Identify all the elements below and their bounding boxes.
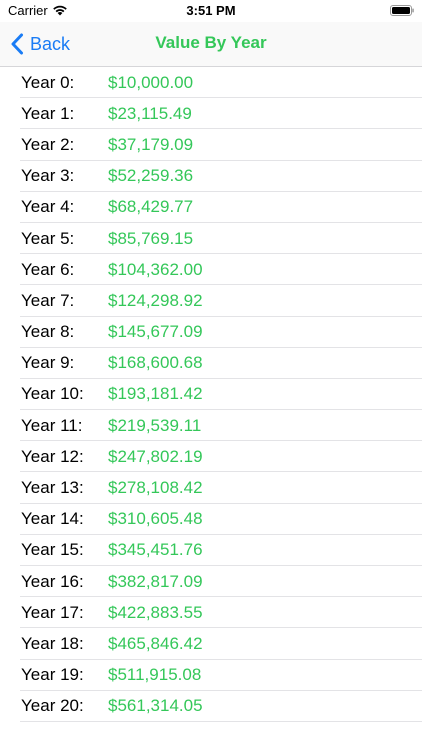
- year-value: $511,915.08: [108, 665, 202, 685]
- list-item[interactable]: Year 4: $68,429.77: [0, 192, 422, 224]
- list-item[interactable]: Year 19: $511,915.08: [0, 660, 422, 691]
- list-item[interactable]: Year 12: $247,802.19: [0, 441, 422, 473]
- list-item[interactable]: Year 1: $23,115.49: [0, 98, 422, 130]
- year-value: $465,846.42: [108, 633, 203, 653]
- list-item[interactable]: Year 18: $465,846.42: [0, 628, 422, 660]
- list-item[interactable]: Year 9: $168,600.68: [0, 348, 422, 380]
- year-label: Year 17:: [21, 602, 84, 622]
- page-title: Value By Year: [155, 33, 267, 52]
- year-value: $168,600.68: [108, 353, 203, 373]
- year-value: $124,298.92: [108, 290, 203, 310]
- list-item[interactable]: Year 20: $561,314.05: [0, 691, 422, 723]
- year-value: $85,769.15: [108, 228, 194, 248]
- year-value: $422,883.55: [108, 602, 203, 622]
- list-item[interactable]: Year 5: $85,769.15: [0, 223, 422, 255]
- year-label: Year 7:: [21, 290, 75, 310]
- year-label: Year 5:: [21, 228, 75, 248]
- list-item[interactable]: Year 6: $104,362.00: [0, 254, 422, 286]
- year-label: Year 20:: [21, 696, 84, 716]
- navigation-bar: Back Value By Year: [0, 22, 422, 67]
- list-item[interactable]: Year 10: $193,181.42: [0, 379, 422, 411]
- year-label: Year 12:: [21, 446, 84, 466]
- year-value: $561,314.05: [108, 696, 203, 716]
- year-value: $193,181.42: [108, 384, 203, 404]
- year-label: Year 18:: [21, 633, 84, 653]
- battery-icon: [390, 5, 414, 16]
- year-value: $68,429.77: [108, 197, 194, 217]
- year-label: Year 13:: [21, 478, 84, 498]
- year-label: Year 0:: [21, 72, 75, 92]
- year-label: Year 14:: [21, 509, 84, 529]
- status-bar: Carrier 3:51 PM: [0, 0, 422, 22]
- year-value: $145,677.09: [108, 322, 203, 342]
- year-value: $247,802.19: [108, 446, 203, 466]
- year-label: Year 15:: [21, 540, 84, 560]
- list-item[interactable]: Year 7: $124,298.92: [0, 285, 422, 317]
- list-item[interactable]: Year 13: $278,108.42: [0, 472, 422, 504]
- year-label: Year 4:: [21, 197, 75, 217]
- year-label: Year 9:: [21, 353, 75, 373]
- list-item[interactable]: Year 14: $310,605.48: [0, 504, 422, 536]
- year-label: Year 16:: [21, 571, 84, 591]
- list-item[interactable]: Year 11: $219,539.11: [0, 410, 422, 442]
- list-item[interactable]: Year 0: $10,000.00: [0, 67, 422, 99]
- year-value: $37,179.09: [108, 134, 194, 154]
- year-value: $52,259.36: [108, 166, 194, 186]
- list-item[interactable]: Year 17: $422,883.55: [0, 597, 422, 629]
- year-label: Year 8:: [21, 322, 75, 342]
- year-label: Year 1:: [21, 103, 75, 123]
- year-value: $104,362.00: [108, 259, 203, 279]
- year-value: $382,817.09: [108, 571, 203, 591]
- year-value: $219,539.11: [108, 415, 202, 435]
- year-label: Year 3:: [21, 166, 75, 186]
- year-label: Year 6:: [21, 259, 75, 279]
- status-time: 3:51 PM: [186, 3, 236, 18]
- list-item[interactable]: Year 16: $382,817.09: [0, 566, 422, 598]
- year-label: Year 2:: [21, 134, 75, 154]
- year-label: Year 10:: [21, 384, 84, 404]
- screen: Carrier 3:51 PM Back Value By Year Year …: [0, 0, 422, 750]
- list-item[interactable]: Year 15: $345,451.76: [0, 535, 422, 567]
- list-item[interactable]: Year 8: $145,677.09: [0, 317, 422, 348]
- year-label: Year 11:: [21, 415, 83, 435]
- year-value: $10,000.00: [108, 72, 194, 92]
- year-value: $310,605.48: [108, 509, 203, 529]
- value-by-year-list: Year 0: $10,000.00 Year 1: $23,115.49 Year…: [0, 67, 422, 723]
- year-value: $278,108.42: [108, 478, 203, 498]
- year-value: $345,451.76: [108, 540, 203, 560]
- list-item[interactable]: Year 2: $37,179.09: [0, 129, 422, 161]
- year-label: Year 19:: [21, 665, 84, 685]
- year-value: $23,115.49: [108, 103, 192, 123]
- list-item[interactable]: Year 3: $52,259.36: [0, 161, 422, 192]
